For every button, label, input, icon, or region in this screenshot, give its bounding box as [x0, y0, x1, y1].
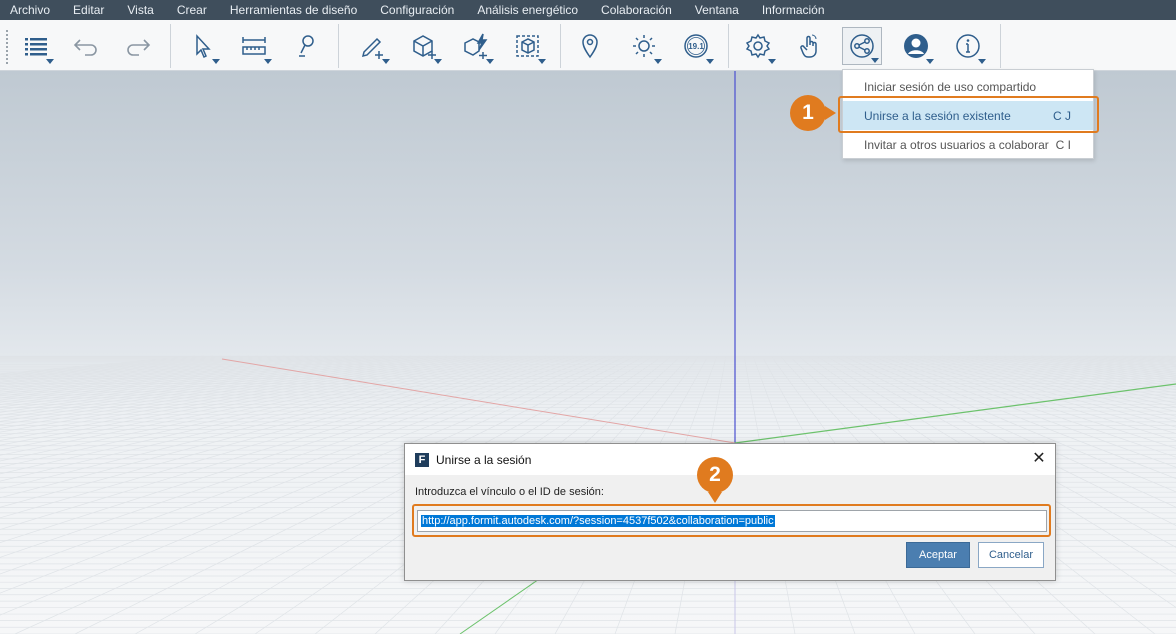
menu-archivo[interactable]: Archivo — [10, 3, 50, 17]
step-callout-2: 2 — [697, 457, 733, 503]
cube-box-icon — [516, 35, 539, 57]
create-solid-button[interactable] — [404, 27, 444, 65]
paint-drop-icon — [299, 35, 314, 57]
toolbar-separator — [728, 24, 729, 68]
chevron-down-icon — [654, 59, 662, 64]
tape-measure-icon — [242, 37, 266, 55]
menu-herramientas-diseno[interactable]: Herramientas de diseño — [230, 3, 357, 17]
select-button[interactable] — [182, 27, 222, 65]
account-button[interactable] — [896, 27, 936, 65]
gesture-button[interactable] — [790, 27, 830, 65]
menu-item-invite-users[interactable]: Invitar a otros usuarios a colaborar C I — [843, 130, 1093, 159]
chevron-down-icon — [706, 59, 714, 64]
paint-button[interactable] — [286, 27, 326, 65]
menu-vista[interactable]: Vista — [127, 3, 153, 17]
help-button[interactable] — [948, 27, 988, 65]
undo-icon — [73, 39, 97, 56]
measure-button[interactable] — [234, 27, 274, 65]
highlight-frame-1 — [838, 96, 1099, 133]
menu-item-label: Invitar a otros usuarios a colaborar — [864, 137, 1049, 152]
svg-text:19.1: 19.1 — [688, 42, 704, 51]
menu-editar[interactable]: Editar — [73, 3, 104, 17]
dialog-title: Unirse a la sesión — [436, 452, 532, 467]
toolbar-separator — [170, 24, 171, 68]
chevron-down-icon — [434, 59, 442, 64]
hand-pointer-icon — [800, 34, 817, 58]
location-button[interactable] — [570, 27, 610, 65]
map-pin-icon — [582, 34, 598, 59]
redo-button[interactable] — [118, 27, 158, 65]
menu-configuracion[interactable]: Configuración — [380, 3, 454, 17]
menu-informacion[interactable]: Información — [762, 3, 825, 17]
chevron-down-icon — [538, 59, 546, 64]
toolbar-separator — [338, 24, 339, 68]
undo-button[interactable] — [66, 27, 106, 65]
chevron-down-icon — [212, 59, 220, 64]
share-network-icon — [850, 34, 874, 58]
toolbar-separator — [560, 24, 561, 68]
sketch-button[interactable] — [352, 27, 392, 65]
chevron-down-icon — [46, 59, 54, 64]
content-library-button[interactable] — [508, 27, 548, 65]
menu-ventana[interactable]: Ventana — [695, 3, 739, 17]
gear-icon — [745, 33, 771, 59]
session-id-label: Introduzca el vínculo o el ID de sesión: — [415, 486, 604, 498]
info-icon — [956, 34, 980, 58]
menu-bar: Archivo Editar Vista Crear Herramientas … — [0, 0, 1176, 20]
pencil-plus-icon — [361, 37, 383, 59]
dynamo-button[interactable] — [456, 27, 496, 65]
user-profile-icon — [904, 34, 928, 58]
chevron-down-icon — [382, 59, 390, 64]
cancel-button[interactable]: Cancelar — [978, 542, 1044, 568]
cube-plus-icon — [413, 35, 436, 59]
menu-analisis-energetico[interactable]: Análisis energético — [477, 3, 578, 17]
layers-button[interactable] — [16, 27, 56, 65]
menu-item-label: Iniciar sesión de uso compartido — [864, 79, 1037, 94]
version-button[interactable]: 19.1 — [676, 27, 716, 65]
menu-item-shortcut: C I — [1055, 137, 1071, 152]
chevron-down-icon — [926, 59, 934, 64]
collaboration-button[interactable] — [842, 27, 882, 65]
chevron-down-icon — [264, 59, 272, 64]
layers-icon — [25, 38, 47, 56]
chevron-down-icon — [768, 59, 776, 64]
sun-shadows-button[interactable] — [624, 27, 664, 65]
accept-button[interactable]: Aceptar — [906, 542, 970, 568]
toolbar-separator — [1000, 24, 1001, 68]
cube-lightning-icon — [464, 33, 488, 59]
sun-icon — [633, 35, 655, 57]
redo-icon — [127, 39, 151, 56]
chevron-down-icon — [978, 59, 986, 64]
toolbar: 19.1 — [0, 20, 1176, 71]
toolbar-grip[interactable] — [6, 30, 9, 64]
formit-logo-icon: F — [415, 452, 429, 467]
chevron-down-icon — [871, 58, 879, 63]
settings-button[interactable] — [738, 27, 778, 65]
highlight-frame-2 — [412, 504, 1051, 537]
version-badge-icon: 19.1 — [684, 34, 708, 58]
cursor-arrow-icon — [196, 34, 211, 59]
step-callout-1: 1 — [790, 95, 836, 131]
menu-colaboracion[interactable]: Colaboración — [601, 3, 672, 17]
chevron-down-icon — [486, 59, 494, 64]
close-icon[interactable]: ✕ — [1031, 451, 1047, 467]
menu-crear[interactable]: Crear — [177, 3, 207, 17]
